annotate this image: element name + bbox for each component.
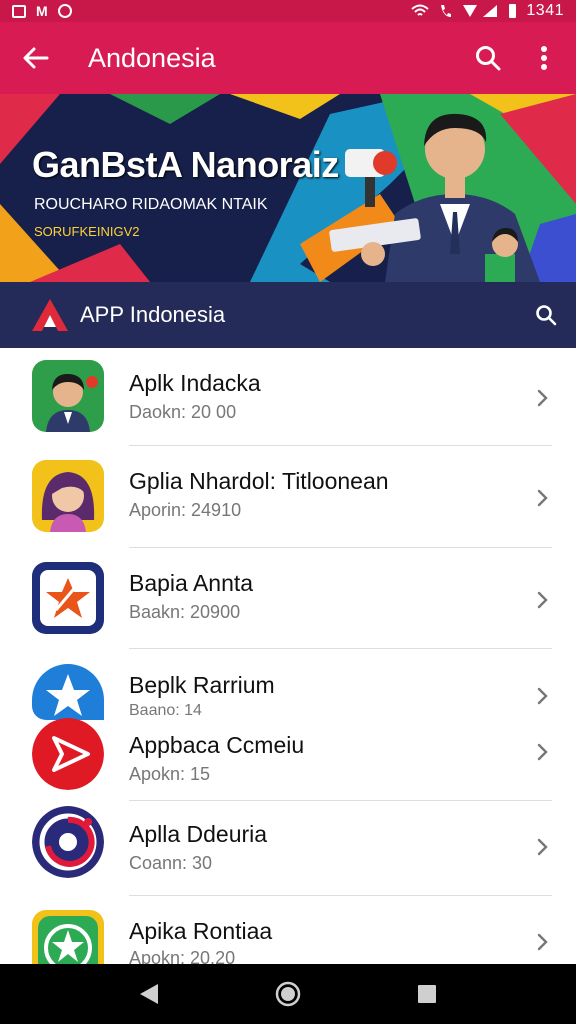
section-title: APP Indonesia xyxy=(80,302,226,327)
chevron-right-icon xyxy=(537,389,548,407)
phone-icon xyxy=(441,5,452,17)
battery-icon xyxy=(509,4,517,18)
chevron-right-icon xyxy=(537,933,548,951)
banner-headline: GanBstA Nanoraiz xyxy=(32,144,339,185)
star-logo-icon xyxy=(32,562,104,634)
list-item[interactable]: Gplia Nhardol: Titloonean Aporin: 24910 xyxy=(0,448,576,548)
section-header: APP Indonesia xyxy=(0,282,576,348)
divider xyxy=(129,547,552,548)
search-icon xyxy=(536,305,557,326)
divider xyxy=(129,445,552,446)
back-button[interactable] xyxy=(0,22,72,94)
app-meta: Aporin: 24910 xyxy=(129,500,242,520)
list-item[interactable]: Appbaca Ccmeiu Apokn: 15 xyxy=(0,712,576,800)
app-name: Appbaca Ccmeiu xyxy=(129,732,305,758)
app-name: Apika Rontiaa xyxy=(129,918,273,944)
app-meta: Apokn: 20.20 xyxy=(129,948,236,964)
list-item[interactable]: Aplla Ddeuria Coann: 30 xyxy=(0,803,576,897)
red-play-icon xyxy=(32,718,104,790)
app-meta: Daokn: 20 00 xyxy=(129,402,237,422)
list-item[interactable]: Beplk Rarrium Baano: 14 xyxy=(0,652,576,720)
app-meta: Apokn: 15 xyxy=(129,764,211,784)
mail-icon: M xyxy=(36,3,48,19)
nav-back-icon xyxy=(140,984,159,1004)
app-name: Gplia Nhardol: Titloonean xyxy=(129,468,389,494)
overflow-menu-button[interactable] xyxy=(516,22,572,94)
chevron-right-icon xyxy=(537,489,548,507)
back-arrow-icon xyxy=(23,47,49,69)
status-bar: M 1341 xyxy=(0,0,576,22)
list-item[interactable]: Apika Rontiaa Apokn: 20.20 xyxy=(0,898,576,964)
nav-recents-icon xyxy=(417,985,436,1003)
swirl-logo-icon xyxy=(32,806,104,878)
woman-avatar-icon xyxy=(32,460,104,532)
system-nav-bar xyxy=(0,964,576,1024)
chevron-right-icon xyxy=(537,591,548,609)
divider xyxy=(129,800,552,801)
nav-home-icon xyxy=(275,981,301,1007)
sim-icon xyxy=(12,4,26,18)
clock: 1341 xyxy=(526,2,564,19)
list-item[interactable]: Aplk Indacka Daokn: 20 00 xyxy=(0,348,576,448)
app-meta: Baakn: 20900 xyxy=(129,602,241,622)
banner-subline: ROUCHARO RIDAOMAK NTAIK xyxy=(34,196,268,213)
green-star-icon xyxy=(32,910,104,964)
wifi-icon xyxy=(411,4,430,16)
list-item[interactable]: Bapia Annta Baakn: 20900 xyxy=(0,550,576,650)
section-search-button[interactable] xyxy=(516,282,576,348)
nav-recents-button[interactable] xyxy=(397,964,457,1024)
nav-back-button[interactable] xyxy=(119,964,179,1024)
nav-home-button[interactable] xyxy=(258,964,318,1024)
app-name: Bapia Annta xyxy=(129,570,254,596)
app-name: Beplk Rarrium xyxy=(129,672,275,698)
chevron-right-icon xyxy=(537,743,548,761)
promo-banner[interactable]: GanBstA Nanoraiz ROUCHARO RIDAOMAK NTAIK… xyxy=(0,94,576,282)
app-bar: Andonesia xyxy=(0,22,576,94)
more-vert-icon xyxy=(541,46,547,70)
divider xyxy=(129,648,552,649)
app-logo-icon xyxy=(32,299,68,331)
chevron-right-icon xyxy=(537,838,548,856)
page-title: Andonesia xyxy=(88,42,216,73)
chevron-right-icon xyxy=(537,687,548,705)
face-icon xyxy=(57,4,72,18)
banner-artwork xyxy=(0,94,576,282)
app-name: Aplk Indacka xyxy=(129,370,261,396)
divider xyxy=(129,895,552,896)
app-meta: Coann: 30 xyxy=(129,853,213,873)
man-avatar-icon xyxy=(32,360,104,432)
signal-icon xyxy=(463,5,498,17)
search-icon xyxy=(476,46,501,71)
search-button[interactable] xyxy=(460,22,516,94)
app-name: Aplla Ddeuria xyxy=(129,821,268,847)
banner-tag: SORUFKEINIGV2 xyxy=(34,224,140,239)
